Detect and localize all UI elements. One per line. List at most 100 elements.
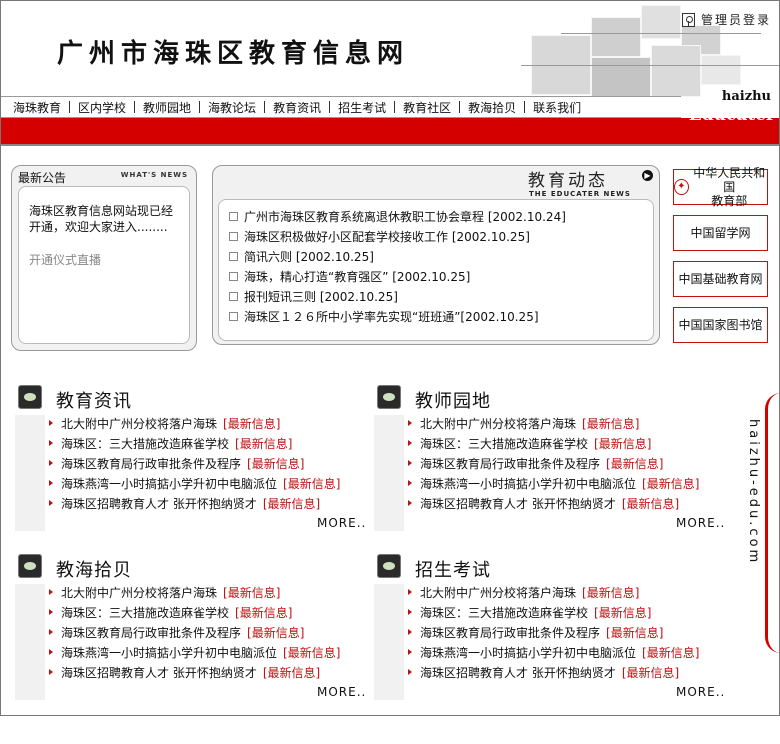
nav-item-haizhu-education[interactable]: 海珠教育 xyxy=(5,99,69,116)
link-study-abroad[interactable]: 中国留学网 xyxy=(673,215,768,251)
admin-login-label: 管理员登录 xyxy=(700,13,771,27)
news-item-text: 简讯六则 [2002.10.25] xyxy=(244,249,374,264)
list-item[interactable]: 海珠区教育局行政审批条件及程序 [最新信息] xyxy=(408,622,699,642)
vertical-site-url: haizhu-edu.com xyxy=(746,419,761,566)
red-arrow-icon xyxy=(408,649,412,655)
list-item[interactable]: 海珠区教育局行政审批条件及程序 [最新信息] xyxy=(49,453,340,473)
list-item-text: 海珠区教育局行政审批条件及程序 xyxy=(420,456,601,471)
new-badge: [最新信息] xyxy=(283,476,341,491)
list-item[interactable]: 海珠区：三大措施改造麻雀学校 [最新信息] xyxy=(408,433,699,453)
link-national-library[interactable]: 中国国家图书馆 xyxy=(673,307,768,343)
section-gleanings: 教海拾贝 北大附中广州分校将落户海珠 [最新信息] 海珠区：三大措施改造麻雀学校 [… xyxy=(15,554,365,704)
more-arrow-icon[interactable]: ▶ xyxy=(642,170,653,181)
news-item-text: 广州市海珠区教育系统离退休教职工协会章程 [2002.10.24] xyxy=(244,209,566,224)
nav-item-teacher-garden[interactable]: 教师园地 xyxy=(135,99,199,116)
new-badge: [最新信息] xyxy=(283,645,341,660)
list-item[interactable]: 海珠区招聘教育人才 张开怀抱纳贤才 [最新信息] xyxy=(49,493,340,513)
nav-item-forum[interactable]: 海教论坛 xyxy=(200,99,264,116)
admin-login-link[interactable]: 管理员登录 xyxy=(681,11,771,28)
new-badge: [最新信息] xyxy=(223,416,281,431)
new-badge: [最新信息] xyxy=(594,605,652,620)
news-item[interactable]: 海珠区１２６所中小学率先实现“班班通”[2002.10.25] xyxy=(229,306,653,326)
news-item[interactable]: 简讯六则 [2002.10.25] xyxy=(229,246,653,266)
brand-sub: haizhu xyxy=(721,89,771,104)
nav-item-admissions[interactable]: 招生考试 xyxy=(330,99,394,116)
new-badge: [最新信息] xyxy=(235,436,293,451)
list-item-text: 海珠燕湾一小时搞掂小学升初中电脑派位 xyxy=(420,476,637,491)
checkbox-square-icon xyxy=(229,231,238,241)
list-item[interactable]: 海珠燕湾一小时搞掂小学升初中电脑派位 [最新信息] xyxy=(49,642,340,662)
list-item[interactable]: 海珠区招聘教育人才 张开怀抱纳贤才 [最新信息] xyxy=(49,662,340,682)
list-item[interactable]: 海珠区教育局行政审批条件及程序 [最新信息] xyxy=(49,622,340,642)
link-basic-education[interactable]: 中国基础教育网 xyxy=(673,261,768,297)
list-item-text: 海珠燕湾一小时搞掂小学升初中电脑派位 xyxy=(61,645,278,660)
dynamics-list: 广州市海珠区教育系统离退休教职工协会章程 [2002.10.24] 海珠区积极做… xyxy=(218,199,654,341)
more-link[interactable]: MORE.. xyxy=(317,685,366,699)
list-item-text: 海珠区教育局行政审批条件及程序 xyxy=(61,456,242,471)
nav-item-education-news[interactable]: 教育资讯 xyxy=(265,99,329,116)
red-arrow-icon xyxy=(408,420,412,426)
news-item-text: 海珠，精心打造“教育强区” [2002.10.25] xyxy=(244,269,471,284)
list-item[interactable]: 海珠区：三大措施改造麻雀学校 [最新信息] xyxy=(49,602,340,622)
red-arrow-icon xyxy=(49,589,53,595)
news-item[interactable]: 广州市海珠区教育系统离退休教职工协会章程 [2002.10.24] xyxy=(229,206,653,226)
page-frame: 广州市海珠区教育信息网 管理员登录 海珠教育 区内学校 教师园地 海教论坛 教育… xyxy=(0,0,780,716)
nav-item-community[interactable]: 教育社区 xyxy=(395,99,459,116)
news-item[interactable]: 报刊短讯三则 [2002.10.25] xyxy=(229,286,653,306)
red-arrow-icon xyxy=(408,440,412,446)
checkbox-square-icon xyxy=(229,251,238,261)
red-arrow-icon xyxy=(49,669,53,675)
list-item[interactable]: 海珠燕湾一小时搞掂小学升初中电脑派位 [最新信息] xyxy=(408,642,699,662)
banner-divider xyxy=(1,144,779,146)
list-item[interactable]: 海珠区：三大措施改造麻雀学校 [最新信息] xyxy=(408,602,699,622)
list-item-text: 海珠区招聘教育人才 张开怀抱纳贤才 xyxy=(420,496,616,511)
red-arrow-icon xyxy=(408,500,412,506)
red-arrow-icon xyxy=(49,649,53,655)
notice-tag: WHAT'S NEWS xyxy=(120,171,188,179)
red-arrow-icon xyxy=(408,669,412,675)
dynamics-tag: THE EDUCATER NEWS xyxy=(529,190,631,198)
more-link[interactable]: MORE.. xyxy=(676,516,725,530)
news-item[interactable]: 海珠，精心打造“教育强区” [2002.10.25] xyxy=(229,266,653,286)
list-item[interactable]: 海珠燕湾一小时搞掂小学升初中电脑派位 [最新信息] xyxy=(49,473,340,493)
section-teacher-garden: 教师园地 北大附中广州分校将落户海珠 [最新信息] 海珠区：三大措施改造麻雀学校 [… xyxy=(374,385,724,535)
nav-item-district-schools[interactable]: 区内学校 xyxy=(70,99,134,116)
red-arrow-icon xyxy=(49,629,53,635)
list-item-text: 海珠区招聘教育人才 张开怀抱纳贤才 xyxy=(61,496,257,511)
list-item[interactable]: 北大附中广州分校将落户海珠 [最新信息] xyxy=(408,413,699,433)
list-item-text: 海珠燕湾一小时搞掂小学升初中电脑派位 xyxy=(420,645,637,660)
notice-heading: 最新公告 xyxy=(18,171,67,185)
opening-ceremony-link[interactable]: 开通仪式直播 xyxy=(29,251,179,268)
new-badge: [最新信息] xyxy=(582,416,640,431)
site-title: 广州市海珠区教育信息网 xyxy=(57,39,410,69)
more-link[interactable]: MORE.. xyxy=(317,516,366,530)
red-arrow-icon xyxy=(49,420,53,426)
list-item[interactable]: 海珠区招聘教育人才 张开怀抱纳贤才 [最新信息] xyxy=(408,493,699,513)
red-arrow-icon xyxy=(49,440,53,446)
red-arrow-icon xyxy=(408,629,412,635)
new-badge: [最新信息] xyxy=(582,585,640,600)
new-badge: [最新信息] xyxy=(235,605,293,620)
more-link[interactable]: MORE.. xyxy=(676,685,725,699)
red-side-curve xyxy=(765,393,779,653)
new-badge: [最新信息] xyxy=(262,665,321,680)
section-photo-icon xyxy=(18,554,42,578)
moe-label: 中华人民共和国 教育部 xyxy=(692,166,767,208)
list-item[interactable]: 海珠区：三大措施改造麻雀学校 [最新信息] xyxy=(49,433,340,453)
new-badge: [最新信息] xyxy=(223,585,281,600)
new-badge: [最新信息] xyxy=(262,496,321,511)
moe-label-line1: 中华人民共和国 xyxy=(693,166,766,194)
list-item[interactable]: 北大附中广州分校将落户海珠 [最新信息] xyxy=(408,582,699,602)
nav-item-gleanings[interactable]: 教海拾贝 xyxy=(460,99,524,116)
education-dynamics-panel: 教育动态 THE EDUCATER NEWS ▶ 广州市海珠区教育系统离退休教职… xyxy=(212,165,660,345)
list-item[interactable]: 北大附中广州分校将落户海珠 [最新信息] xyxy=(49,413,340,433)
list-item[interactable]: 海珠区教育局行政审批条件及程序 [最新信息] xyxy=(408,453,699,473)
red-arrow-icon xyxy=(408,480,412,486)
list-item[interactable]: 海珠燕湾一小时搞掂小学升初中电脑派位 [最新信息] xyxy=(408,473,699,493)
section-list: 北大附中广州分校将落户海珠 [最新信息] 海珠区：三大措施改造麻雀学校 [最新信息]… xyxy=(49,582,340,682)
link-ministry-of-education[interactable]: ✦ 中华人民共和国 教育部 xyxy=(673,166,768,208)
news-item[interactable]: 海珠区积极做好小区配套学校接收工作 [2002.10.25] xyxy=(229,226,653,246)
list-item[interactable]: 北大附中广州分校将落户海珠 [最新信息] xyxy=(49,582,340,602)
list-item[interactable]: 海珠区招聘教育人才 张开怀抱纳贤才 [最新信息] xyxy=(408,662,699,682)
nav-item-contact[interactable]: 联系我们 xyxy=(525,99,589,116)
